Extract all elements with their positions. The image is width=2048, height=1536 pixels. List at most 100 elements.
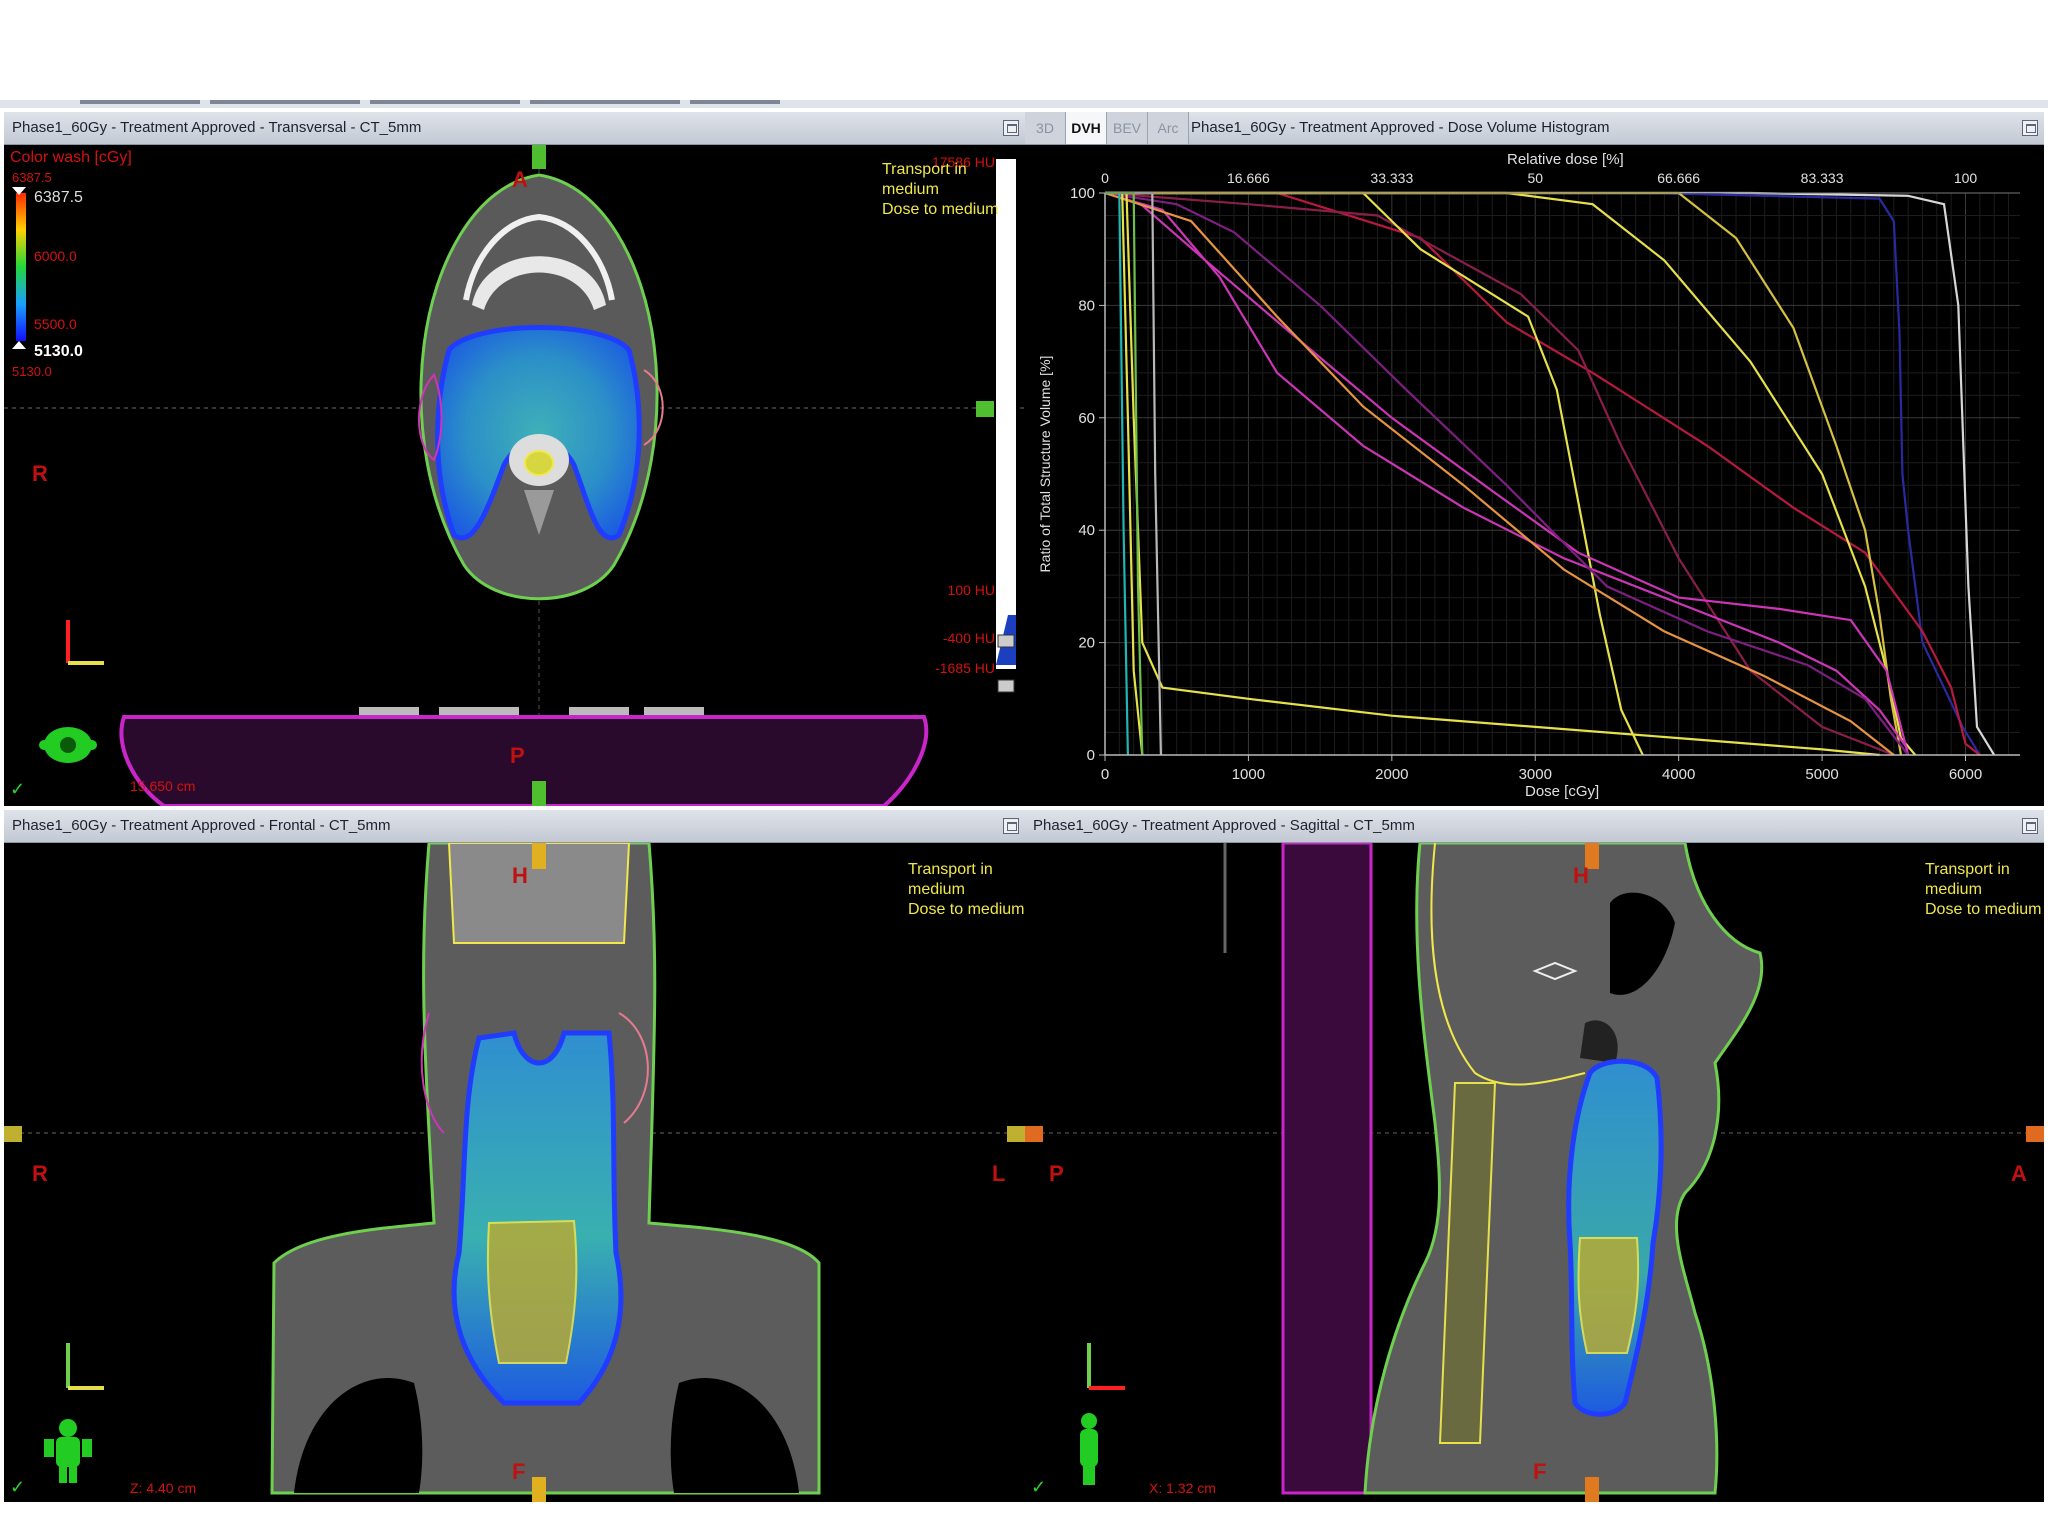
relative-dose-tick-label: 100 [1954, 170, 1978, 186]
orientation-feet: F [1533, 1459, 1547, 1484]
scale-bottom-value[interactable]: 5130.0 [34, 343, 83, 361]
relative-dose-tick-label: 16.666 [1227, 170, 1270, 186]
orientation-head: H [1573, 863, 1589, 888]
transport-label-3: Dose to medium [908, 901, 1025, 918]
maximize-view-button[interactable] [2022, 120, 2038, 136]
sagittal-title: Phase1_60Gy - Treatment Approved - Sagit… [1033, 817, 1415, 834]
x-tick-label: 2000 [1375, 766, 1408, 783]
transversal-title: Phase1_60Gy - Treatment Approved - Trans… [12, 119, 422, 136]
check-icon: ✓ [10, 779, 26, 799]
transport-label-1: Transport in [882, 161, 967, 178]
transport-label-2: medium [1925, 881, 1982, 898]
dvh-relative-dose-label: Relative dose [%] [1507, 151, 1624, 168]
dvh-title: Phase1_60Gy - Treatment Approved - Dose … [1191, 119, 1610, 136]
transversal-ct-image[interactable] [4, 145, 1025, 806]
scale-5500-value: 5500.0 [34, 316, 77, 332]
colorwash-label: Color wash [cGy] [10, 149, 132, 166]
tab-dvh[interactable]: DVH [1066, 112, 1107, 144]
frontal-image-area[interactable]: Transport in medium Dose to medium H F R… [4, 843, 1025, 1502]
dvh-curve-6 [1105, 191, 1644, 756]
orientation-right: R [32, 1161, 48, 1186]
patient-orientation-icon [1080, 1413, 1098, 1485]
slice-position: X: 1.32 cm [1149, 1480, 1216, 1496]
y-tick-label: 0 [1087, 747, 1095, 764]
tab-bev[interactable]: BEV [1107, 112, 1148, 144]
relative-dose-tick-label: 0 [1101, 170, 1109, 186]
orientation-head: H [512, 863, 528, 888]
slice-position: Z: 4.40 cm [130, 1480, 197, 1496]
toolbar-segment [530, 100, 680, 104]
x-tick-label: 1000 [1232, 766, 1265, 783]
y-tick-label: 80 [1078, 297, 1095, 314]
hu-low-value: -400 HU [942, 630, 995, 646]
dvh-curve-4 [1104, 191, 1895, 757]
transversal-title-bar: Phase1_60Gy - Treatment Approved - Trans… [4, 112, 1025, 145]
hu-bottom-value: -1685 HU [935, 660, 995, 676]
orientation-posterior: P [1049, 1161, 1064, 1186]
orientation-anterior: A [2011, 1161, 2027, 1186]
top-toolbar-strip [0, 100, 2048, 108]
dvh-view-panel[interactable]: 3D DVH BEV Arc Phase1_60Gy - Treatment A… [1025, 112, 2044, 806]
dvh-chart-area[interactable]: 0 1000 2000 3000 4000 5000 6000 0 20 40 60 80 100 0 16… [1025, 145, 2044, 806]
hu-mid-value: 100 HU [947, 582, 995, 598]
y-tick-label: 100 [1070, 185, 1095, 202]
couch-position: 15.650 cm [130, 778, 196, 794]
maximize-view-button[interactable] [2022, 818, 2038, 834]
dvh-curve-11 [1104, 191, 1895, 756]
relative-dose-tick-label: 33.333 [1370, 170, 1413, 186]
transversal-image-area[interactable]: Color wash [cGy] 6387.5 6387.5 6000.0 55… [4, 145, 1025, 806]
x-tick-label: 6000 [1949, 766, 1982, 783]
frontal-title-bar: Phase1_60Gy - Treatment Approved - Front… [4, 810, 1025, 843]
toolbar-segment [210, 100, 360, 104]
transport-label-2: medium [882, 181, 939, 198]
transport-label-1: Transport in [908, 861, 993, 878]
dvh-y-axis-label: Ratio of Total Structure Volume [%] [1037, 355, 1053, 573]
x-tick-label: 5000 [1805, 766, 1838, 783]
orientation-feet: F [512, 1459, 526, 1484]
tab-arc[interactable]: Arc [1148, 112, 1189, 144]
relative-dose-tick-label: 66.666 [1657, 170, 1700, 186]
tab-3d[interactable]: 3D [1025, 112, 1066, 144]
frontal-title: Phase1_60Gy - Treatment Approved - Front… [12, 817, 391, 834]
relative-dose-tick-label: 50 [1527, 170, 1543, 186]
scale-top-value: 6387.5 [34, 189, 83, 206]
transversal-view-panel[interactable]: Phase1_60Gy - Treatment Approved - Trans… [4, 112, 1025, 806]
relative-dose-tick-label: 83.333 [1801, 170, 1844, 186]
sagittal-ct-image[interactable] [1025, 843, 2044, 1502]
y-tick-label: 60 [1078, 410, 1095, 427]
y-tick-label: 20 [1078, 635, 1095, 652]
x-tick-label: 4000 [1662, 766, 1695, 783]
maximize-view-button[interactable] [1003, 120, 1019, 136]
dvh-x-axis-label: Dose [cGy] [1525, 783, 1600, 800]
dvh-curve-2 [1105, 191, 1981, 756]
x-tick-label: 3000 [1519, 766, 1552, 783]
colorwash-max-value: 6387.5 [12, 170, 52, 185]
view-tabs: 3D DVH BEV Arc [1025, 112, 1189, 144]
transport-label-3: Dose to medium [1925, 901, 2042, 918]
sagittal-view-panel[interactable]: Phase1_60Gy - Treatment Approved - Sagit… [1025, 810, 2044, 1502]
sagittal-title-bar: Phase1_60Gy - Treatment Approved - Sagit… [1025, 810, 2044, 843]
dvh-curve-3 [1105, 191, 1981, 756]
sagittal-image-area[interactable]: Transport in medium Dose to medium H F P… [1025, 843, 2044, 1502]
transport-label-1: Transport in [1925, 861, 2010, 878]
patient-orientation-icon [39, 727, 97, 763]
frontal-ct-image[interactable] [4, 843, 1025, 1502]
dvh-title-bar: 3D DVH BEV Arc Phase1_60Gy - Treatment A… [1025, 112, 2044, 145]
x-tick-label: 0 [1101, 766, 1109, 783]
colorwash-min-value: 5130.0 [12, 364, 52, 379]
maximize-view-button[interactable] [1003, 818, 1019, 834]
patient-orientation-icon [44, 1419, 92, 1483]
frontal-view-panel[interactable]: Phase1_60Gy - Treatment Approved - Front… [4, 810, 1025, 1502]
orientation-left: L [992, 1161, 1006, 1186]
check-icon: ✓ [1031, 1477, 1047, 1497]
scale-6000-value: 6000.0 [34, 248, 77, 264]
toolbar-segment [80, 100, 200, 104]
transport-label-3: Dose to medium [882, 201, 999, 218]
orientation-right: R [32, 461, 48, 486]
check-icon: ✓ [10, 1477, 26, 1497]
toolbar-segment [370, 100, 520, 104]
dvh-axes: 0 1000 2000 3000 4000 5000 60000204060801000 16… [1070, 170, 2020, 783]
y-tick-label: 40 [1078, 522, 1095, 539]
dvh-chart[interactable]: 0 1000 2000 3000 4000 5000 60000204060801000 16… [1025, 145, 2044, 806]
orientation-anterior: A [512, 167, 528, 192]
